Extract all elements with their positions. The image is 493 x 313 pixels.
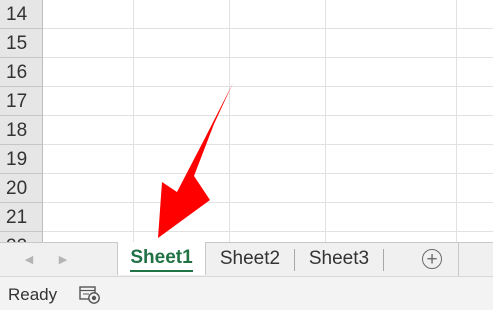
row-gridline — [43, 28, 493, 29]
tab-bar-divider — [458, 243, 459, 277]
cell-area[interactable] — [43, 0, 493, 242]
chevron-left-icon[interactable]: ◀ — [18, 243, 40, 277]
row-gridline — [43, 173, 493, 174]
sheet-tab-label: Sheet2 — [219, 248, 281, 269]
column-gridline — [229, 0, 230, 242]
add-sheet-button[interactable]: + — [422, 249, 442, 269]
column-gridline — [325, 0, 326, 242]
row-gridline — [43, 202, 493, 203]
status-bar: Ready — [0, 276, 493, 310]
row-gridline — [43, 144, 493, 145]
row-header[interactable]: 16 — [0, 58, 42, 87]
status-text: Ready — [8, 285, 58, 304]
row-header[interactable]: 20 — [0, 174, 42, 203]
row-gridline — [43, 86, 493, 87]
macro-recording-icon[interactable] — [79, 286, 101, 304]
row-header[interactable]: 22 — [0, 232, 42, 242]
sheet-tab-sheet1[interactable]: Sheet1 — [117, 242, 206, 275]
plus-circle-icon: + — [426, 249, 438, 270]
row-header[interactable]: 15 — [0, 29, 42, 58]
row-header[interactable]: 18 — [0, 116, 42, 145]
row-header[interactable]: 14 — [0, 0, 42, 29]
sheet-tab-sheet3[interactable]: Sheet3 — [295, 243, 383, 275]
tab-divider — [383, 249, 384, 271]
chevron-right-icon[interactable]: ▶ — [52, 243, 74, 277]
row-header[interactable]: 19 — [0, 145, 42, 174]
sheet-tab-bar: ◀ ▶ Sheet1 Sheet2 Sheet3 + — [0, 242, 493, 277]
row-gridline — [43, 231, 493, 232]
row-header[interactable]: 21 — [0, 203, 42, 232]
row-header[interactable]: 17 — [0, 87, 42, 116]
active-tab-underline — [130, 270, 193, 272]
sheet-tab-label: Sheet3 — [308, 248, 370, 269]
column-gridline — [133, 0, 134, 242]
row-headers: 14 15 16 17 18 19 20 21 22 — [0, 0, 43, 242]
spreadsheet-grid[interactable]: 14 15 16 17 18 19 20 21 22 — [0, 0, 493, 242]
sheet-tab-sheet2[interactable]: Sheet2 — [206, 243, 294, 275]
row-gridline — [43, 115, 493, 116]
sheet-tab-label: Sheet1 — [130, 247, 193, 268]
column-gridline — [456, 0, 457, 242]
row-gridline — [43, 57, 493, 58]
